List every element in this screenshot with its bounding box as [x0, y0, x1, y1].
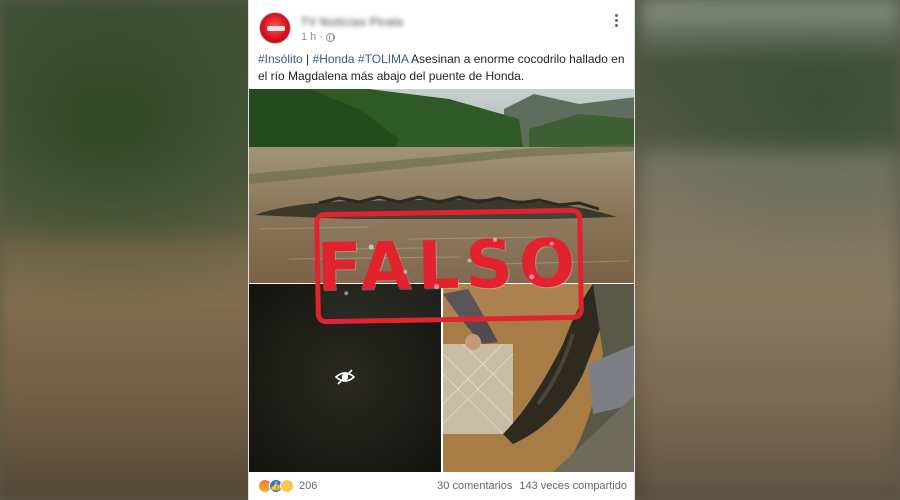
timestamp-text[interactable]: 1 h — [301, 31, 316, 43]
background-river-right — [640, 150, 900, 500]
reaction-count[interactable]: 206 — [299, 480, 317, 492]
dot-separator: · — [319, 31, 323, 43]
hashtag-tolima[interactable]: #TOLIMA — [358, 52, 408, 66]
wow-reaction-icon — [280, 479, 294, 493]
post-footer: 👍 206 30 comentarios 143 veces compartid… — [249, 472, 634, 500]
eye-icon[interactable] — [334, 366, 356, 388]
comments-count[interactable]: 30 comentarios — [437, 480, 512, 492]
hashtag-separator: | — [306, 52, 310, 66]
stamp-text: FALSO — [316, 224, 582, 307]
background-sky — [640, 0, 900, 60]
shares-count[interactable]: 143 veces compartido — [519, 480, 627, 492]
post-header: TV Noticias Pirata 1 h · — [249, 0, 634, 46]
reaction-icons[interactable]: 👍 206 — [258, 479, 317, 493]
hashtag-honda[interactable]: #Honda — [313, 52, 355, 66]
page-name[interactable]: TV Noticias Pirata — [301, 15, 403, 29]
more-options-icon[interactable] — [606, 10, 626, 30]
post-text: #Insólito | #Honda #TOLIMA Asesinan a en… — [258, 51, 630, 85]
hashtag-insolito[interactable]: #Insólito — [258, 52, 303, 66]
page-avatar[interactable] — [259, 12, 291, 44]
globe-icon — [325, 32, 335, 42]
falso-stamp: FALSO — [314, 207, 584, 325]
background-river-left — [0, 240, 260, 500]
post-stats: 30 comentarios 143 veces compartido — [437, 480, 627, 492]
post-timestamp: 1 h · — [301, 31, 335, 43]
